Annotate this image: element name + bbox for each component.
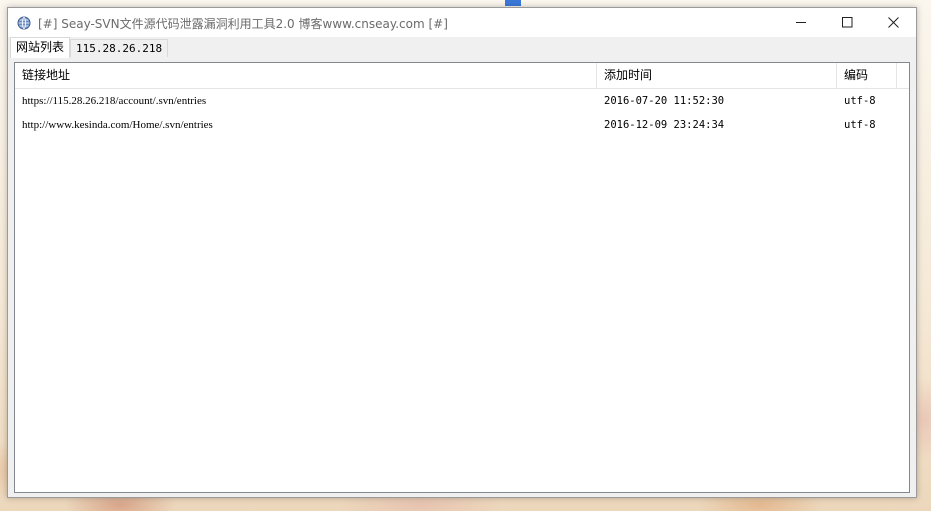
- tab-panel: 链接地址 添加时间 编码 https://115.28.26.218/accou…: [8, 58, 916, 497]
- table-row[interactable]: https://115.28.26.218/account/.svn/entri…: [15, 89, 909, 113]
- tab-site-list[interactable]: 网站列表: [10, 37, 71, 58]
- app-window: [#] Seay-SVN文件源代码泄露漏洞利用工具2.0 博客www.cnsea…: [7, 7, 917, 498]
- row-time: 2016-07-20 11:52:30: [604, 95, 725, 107]
- close-icon: [887, 13, 899, 32]
- title-bar[interactable]: [#] Seay-SVN文件源代码泄露漏洞利用工具2.0 博客www.cnsea…: [8, 8, 916, 37]
- row-time: 2016-12-09 23:24:34: [604, 119, 725, 131]
- taskbar-peek: [505, 0, 521, 6]
- column-header-url[interactable]: 链接地址: [15, 63, 597, 88]
- minimize-button[interactable]: [778, 8, 824, 37]
- maximize-icon: [841, 13, 853, 32]
- app-globe-icon: [17, 15, 31, 30]
- row-encoding: utf-8: [844, 95, 876, 107]
- row-url: https://115.28.26.218/account/.svn/entri…: [22, 95, 207, 107]
- close-button[interactable]: [870, 8, 916, 37]
- minimize-icon: [795, 13, 807, 32]
- window-title: [#] Seay-SVN文件源代码泄露漏洞利用工具2.0 博客www.cnsea…: [38, 17, 448, 31]
- url-list-view[interactable]: 链接地址 添加时间 编码 https://115.28.26.218/accou…: [14, 62, 910, 493]
- table-row[interactable]: http://www.kesinda.com/Home/.svn/entries…: [15, 113, 909, 137]
- column-header-time[interactable]: 添加时间: [597, 63, 837, 88]
- maximize-button[interactable]: [824, 8, 870, 37]
- list-header: 链接地址 添加时间 编码: [15, 63, 909, 89]
- row-encoding: utf-8: [844, 119, 876, 131]
- row-url: http://www.kesinda.com/Home/.svn/entries: [22, 119, 213, 131]
- tab-host[interactable]: 115.28.26.218: [70, 39, 169, 57]
- tab-strip: 网站列表 115.28.26.218: [8, 37, 916, 58]
- column-header-encoding[interactable]: 编码: [837, 63, 897, 88]
